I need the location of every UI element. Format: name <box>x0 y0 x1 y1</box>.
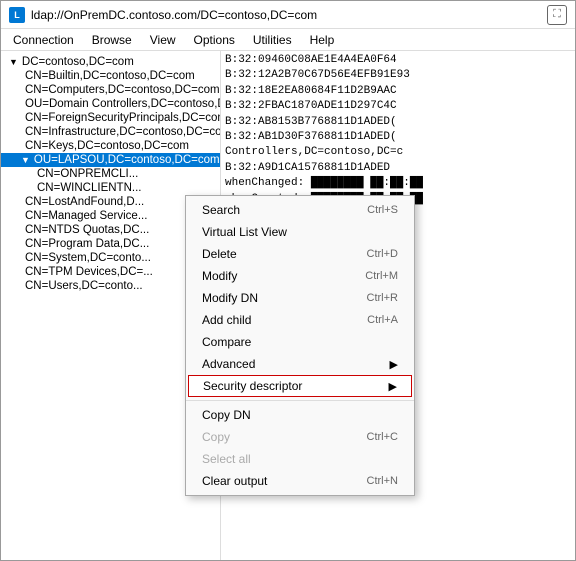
context-menu-shortcut: Ctrl+S <box>367 204 398 216</box>
context-menu-item-label: Add child <box>202 313 251 327</box>
context-menu-shortcut: Ctrl+D <box>367 248 398 260</box>
context-menu-item-modify-dn[interactable]: Modify DN Ctrl+R <box>186 287 414 309</box>
context-menu-overlay[interactable]: Search Ctrl+S Virtual List View Delete Ctrl+… <box>0 0 576 561</box>
context-menu-item-label: Compare <box>202 335 251 349</box>
context-menu-shortcut: Ctrl+N <box>367 475 398 487</box>
context-menu-item-modify[interactable]: Modify Ctrl+M <box>186 265 414 287</box>
context-menu-item-label: Modify DN <box>202 291 258 305</box>
context-menu-item-label: Security descriptor <box>203 379 302 393</box>
context-menu-item-security-descriptor[interactable]: Security descriptor ▶ <box>188 375 412 397</box>
context-menu-item-delete[interactable]: Delete Ctrl+D <box>186 243 414 265</box>
submenu-arrow-icon: ▶ <box>389 380 397 393</box>
context-menu-item-select-all: Select all <box>186 448 414 470</box>
context-menu-item-label: Select all <box>202 452 251 466</box>
context-menu-item-label: Copy <box>202 430 230 444</box>
main-window: L ldap://OnPremDC.contoso.com/DC=contoso… <box>0 0 576 561</box>
context-menu-item-label: Advanced <box>202 357 255 371</box>
context-menu-item-add-child[interactable]: Add child Ctrl+A <box>186 309 414 331</box>
context-menu-item-compare[interactable]: Compare <box>186 331 414 353</box>
context-menu: Search Ctrl+S Virtual List View Delete Ctrl+… <box>185 195 415 496</box>
submenu-arrow-icon: ▶ <box>390 358 398 371</box>
context-menu-shortcut: Ctrl+C <box>367 431 398 443</box>
context-menu-separator <box>186 400 414 401</box>
context-menu-shortcut: Ctrl+M <box>365 270 398 282</box>
context-menu-shortcut: Ctrl+R <box>367 292 398 304</box>
context-menu-item-virtual-list-view[interactable]: Virtual List View <box>186 221 414 243</box>
context-menu-shortcut: Ctrl+A <box>367 314 398 326</box>
context-menu-item-label: Modify <box>202 269 237 283</box>
context-menu-item-label: Virtual List View <box>202 225 287 239</box>
context-menu-item-label: Delete <box>202 247 237 261</box>
context-menu-item-copy: Copy Ctrl+C <box>186 426 414 448</box>
context-menu-item-advanced[interactable]: Advanced ▶ <box>186 353 414 375</box>
context-menu-item-clear-output[interactable]: Clear output Ctrl+N <box>186 470 414 492</box>
context-menu-item-search[interactable]: Search Ctrl+S <box>186 199 414 221</box>
context-menu-item-label: Copy DN <box>202 408 251 422</box>
context-menu-item-label: Clear output <box>202 474 267 488</box>
context-menu-item-label: Search <box>202 203 240 217</box>
context-menu-item-copy-dn[interactable]: Copy DN <box>186 404 414 426</box>
